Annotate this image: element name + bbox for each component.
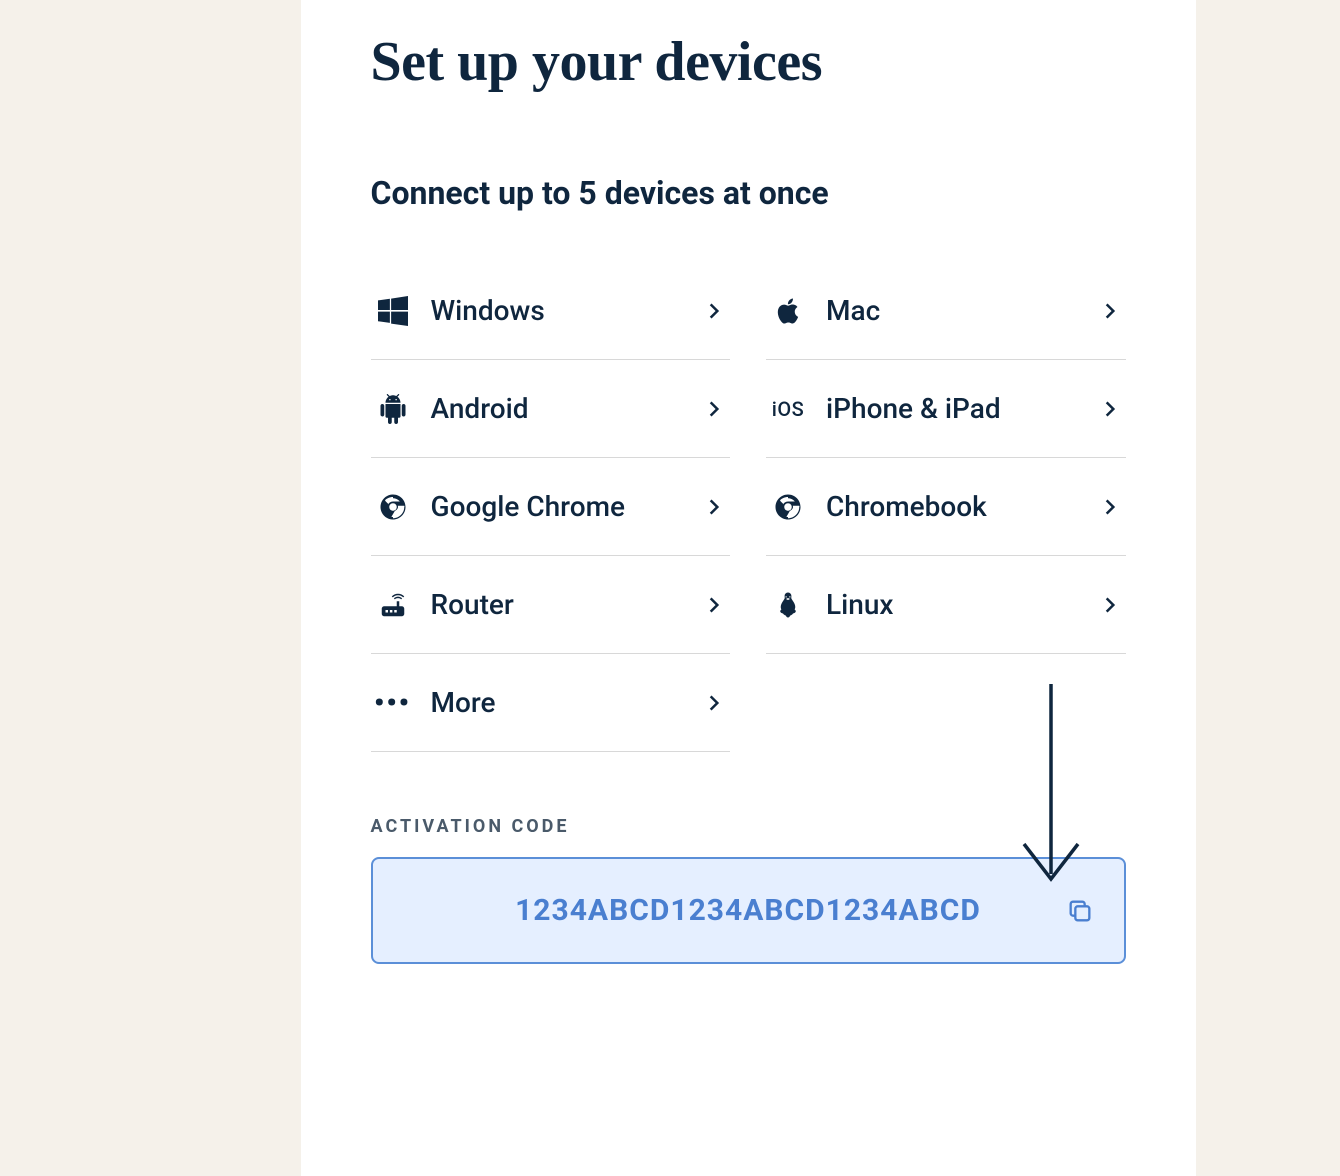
- device-item-mac[interactable]: Mac: [766, 262, 1126, 360]
- device-label: Router: [431, 588, 705, 621]
- router-icon: [377, 589, 409, 621]
- chevron-right-icon: [704, 497, 724, 517]
- device-item-android[interactable]: Android: [371, 360, 731, 458]
- device-label: Google Chrome: [431, 490, 705, 523]
- chrome-icon: [377, 491, 409, 523]
- page-title: Set up your devices: [371, 30, 1126, 94]
- device-item-chrome[interactable]: Google Chrome: [371, 458, 731, 556]
- ios-icon: iOS: [772, 393, 804, 425]
- device-item-router[interactable]: Router: [371, 556, 731, 654]
- chrome-icon: [772, 491, 804, 523]
- subheading: Connect up to 5 devices at once: [371, 174, 1126, 212]
- chevron-right-icon: [704, 399, 724, 419]
- chevron-right-icon: [704, 595, 724, 615]
- chevron-right-icon: [1100, 497, 1120, 517]
- device-label: iPhone & iPad: [826, 392, 1100, 425]
- setup-card: Set up your devices Connect up to 5 devi…: [301, 0, 1196, 1176]
- linux-icon: [772, 589, 804, 621]
- chevron-right-icon: [1100, 399, 1120, 419]
- activation-code-box: 1234ABCD1234ABCD1234ABCD: [371, 857, 1126, 964]
- device-grid: Windows Mac Android: [371, 262, 1126, 752]
- device-item-ios[interactable]: iOS iPhone & iPad: [766, 360, 1126, 458]
- activation-code-label: ACTIVATION CODE: [371, 816, 1126, 837]
- device-label: Android: [431, 392, 705, 425]
- chevron-right-icon: [704, 301, 724, 321]
- apple-icon: [772, 295, 804, 327]
- device-label: Windows: [431, 294, 705, 327]
- more-dots-icon: •••: [377, 687, 409, 719]
- device-item-chromebook[interactable]: Chromebook: [766, 458, 1126, 556]
- device-label: More: [431, 686, 705, 719]
- activation-code-value: 1234ABCD1234ABCD1234ABCD: [405, 893, 1092, 928]
- device-label: Chromebook: [826, 490, 1100, 523]
- chevron-right-icon: [704, 693, 724, 713]
- device-label: Mac: [826, 294, 1100, 327]
- chevron-right-icon: [1100, 301, 1120, 321]
- device-item-windows[interactable]: Windows: [371, 262, 731, 360]
- android-icon: [377, 393, 409, 425]
- device-item-linux[interactable]: Linux: [766, 556, 1126, 654]
- copy-icon[interactable]: [1066, 897, 1094, 925]
- chevron-right-icon: [1100, 595, 1120, 615]
- windows-icon: [377, 295, 409, 327]
- device-label: Linux: [826, 588, 1100, 621]
- device-item-more[interactable]: ••• More: [371, 654, 731, 752]
